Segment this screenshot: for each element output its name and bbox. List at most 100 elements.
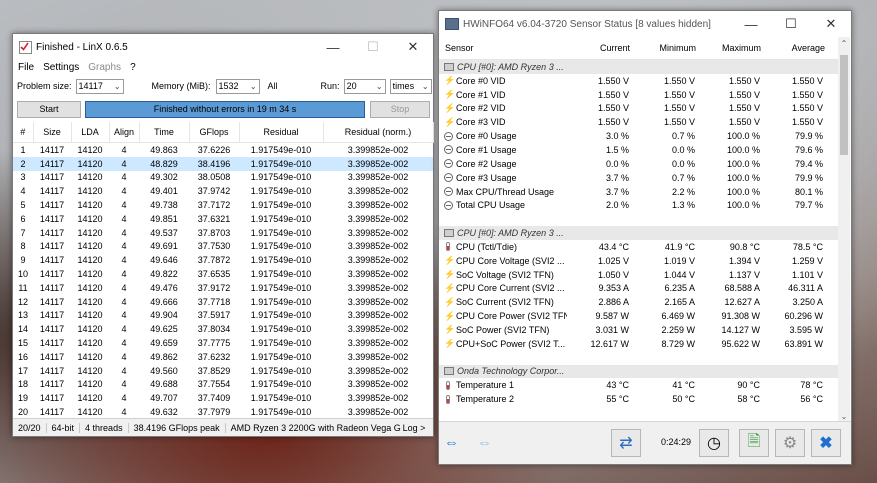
- table-row[interactable]: 17 14117 14120 4 49.560 37.8529 1.917549e-010 3…: [13, 364, 433, 378]
- table-row[interactable]: 11 14117 14120 4 49.476 37.9172 1.917549e-010 3…: [13, 281, 433, 295]
- collapse-arrows-icon[interactable]: ⇔: [477, 434, 492, 451]
- expand-arrows-icon[interactable]: ⇔: [444, 434, 459, 451]
- sensor-row[interactable]: CPU Core Power (SVI2 TFN) 9.587 W 6.469 W 9…: [439, 309, 839, 323]
- run-unit-combo[interactable]: times ⌄: [389, 78, 432, 94]
- linx-titlebar[interactable]: Finished - LinX 0.6.5 — ☐ ✕: [13, 34, 433, 60]
- col-header[interactable]: #: [13, 122, 34, 143]
- sensor-row[interactable]: Core #3 VID 1.550 V 1.550 V 1.550 V 1.550 V: [439, 115, 839, 129]
- col-header[interactable]: Size: [33, 122, 72, 143]
- sensor-min-value: 1.550 V: [663, 89, 695, 100]
- sensor-row[interactable]: CPU+SoC Power (SVI2 T... 12.617 W 8.729 W 9…: [439, 337, 839, 351]
- sensor-group-header[interactable]: CPU [#0]: AMD Ryzen 3 ...: [439, 226, 839, 240]
- sensor-row[interactable]: Total CPU Usage 2.0 % 1.3 % 100.0 % 79.7 %: [439, 198, 839, 212]
- table-row[interactable]: 12 14117 14120 4 49.666 37.7718 1.917549e-010 3…: [13, 295, 433, 309]
- close-button[interactable]: ✕: [393, 34, 433, 60]
- sensor-row[interactable]: Temperature 2 55 °C 50 °C 58 °C 56 °C: [439, 392, 839, 406]
- scroll-thumb[interactable]: [840, 55, 848, 155]
- col-current[interactable]: Current: [567, 43, 632, 53]
- sensor-row[interactable]: SoC Power (SVI2 TFN) 3.031 W 2.259 W 14.127…: [439, 323, 839, 337]
- memory-combo[interactable]: 1532 ⌄: [215, 78, 260, 94]
- col-average[interactable]: Average: [763, 43, 827, 53]
- table-row[interactable]: 14 14117 14120 4 49.625 37.8034 1.917549e-010 3…: [13, 322, 433, 336]
- table-row[interactable]: 8 14117 14120 4 49.691 37.7530 1.917549e-010 3.…: [13, 240, 433, 254]
- sensor-row[interactable]: Max CPU/Thread Usage 3.7 % 2.2 % 100.0 % 80.…: [439, 185, 839, 199]
- table-cell: 12: [17, 296, 28, 307]
- table-row[interactable]: 13 14117 14120 4 49.904 37.5917 1.917549e-010 3…: [13, 309, 433, 323]
- col-sensor[interactable]: Sensor: [439, 43, 567, 53]
- table-row[interactable]: 9 14117 14120 4 49.646 37.7872 1.917549e-010 3.…: [13, 253, 433, 267]
- table-cell: 3.399852e-002: [323, 156, 433, 171]
- settings-button[interactable]: ⚙: [775, 429, 805, 457]
- sensor-row[interactable]: Core #0 Usage 3.0 % 0.7 % 100.0 % 79.9 %: [439, 129, 839, 143]
- col-maximum[interactable]: Maximum: [698, 43, 763, 53]
- clock-button[interactable]: ◷: [699, 429, 729, 457]
- col-header[interactable]: Align: [109, 122, 140, 143]
- table-row[interactable]: 4 14117 14120 4 49.401 37.9742 1.917549e-010 3.…: [13, 184, 433, 198]
- sensor-row[interactable]: Core #1 Usage 1.5 % 0.0 % 100.0 % 79.6 %: [439, 143, 839, 157]
- sensor-name-cell: Core #1 VID: [439, 90, 567, 100]
- minimize-button[interactable]: —: [731, 11, 771, 37]
- table-cell: 11: [18, 282, 28, 293]
- sensor-min-value: 41.9 °C: [664, 241, 695, 252]
- table-row[interactable]: 16 14117 14120 4 49.862 37.6232 1.917549e-010 3…: [13, 350, 433, 364]
- scroll-up-icon[interactable]: ⌃: [838, 39, 850, 48]
- close-sensors-button[interactable]: ✖: [811, 429, 841, 457]
- log-toggle[interactable]: Log >: [401, 423, 431, 433]
- menu-settings[interactable]: Settings: [43, 62, 79, 73]
- table-row[interactable]: 18 14117 14120 4 49.688 37.7554 1.917549e-010 3…: [13, 378, 433, 392]
- sensor-name-cell: CPU [#0]: AMD Ryzen 3 ...: [439, 228, 567, 238]
- table-row[interactable]: 3 14117 14120 4 49.302 38.0508 1.917549e-010 3.…: [13, 171, 433, 185]
- table-row[interactable]: 15 14117 14120 4 49.659 37.7775 1.917549e-010 3…: [13, 336, 433, 350]
- all-toggle[interactable]: All: [268, 81, 278, 91]
- table-row[interactable]: 1 14117 14120 4 49.863 37.6226 1.917549e-010 3.…: [13, 143, 433, 157]
- col-header[interactable]: LDA: [71, 122, 110, 143]
- stop-button[interactable]: Stop: [370, 100, 430, 118]
- temperature-icon: [446, 380, 450, 390]
- sensor-group-header[interactable]: CPU [#0]: AMD Ryzen 3 ...: [439, 60, 839, 74]
- sensor-cur-value: 2.886 A: [598, 297, 629, 308]
- col-minimum[interactable]: Minimum: [632, 43, 698, 53]
- sensor-row[interactable]: Core #1 VID 1.550 V 1.550 V 1.550 V 1.550 V: [439, 88, 839, 102]
- sensor-row[interactable]: SoC Current (SVI2 TFN) 2.886 A 2.165 A 12.6…: [439, 295, 839, 309]
- menu-file[interactable]: File: [18, 62, 34, 73]
- sensor-row[interactable]: Temperature 1 43 °C 41 °C 90 °C 78 °C: [439, 378, 839, 392]
- table-cell: 14117: [39, 310, 65, 321]
- sensor-row[interactable]: SoC Voltage (SVI2 TFN) 1.050 V 1.044 V 1.13…: [439, 268, 839, 282]
- close-button[interactable]: ✕: [811, 11, 851, 37]
- col-header[interactable]: GFlops: [189, 122, 240, 143]
- sensor-max-value: 100.0 %: [726, 172, 760, 183]
- menu-graphs[interactable]: Graphs: [88, 62, 121, 73]
- hwinfo-titlebar[interactable]: HWiNFO64 v6.04-3720 Sensor Status [8 val…: [439, 11, 851, 37]
- run-count-combo[interactable]: 20 ⌄: [343, 78, 386, 94]
- maximize-button[interactable]: ☐: [353, 34, 393, 60]
- sensor-row[interactable]: Core #3 Usage 3.7 % 0.7 % 100.0 % 79.9 %: [439, 171, 839, 185]
- minimize-button[interactable]: —: [313, 34, 353, 60]
- sensor-group-header[interactable]: Onda Technology Corpor...: [439, 364, 839, 379]
- col-header[interactable]: Time: [139, 122, 190, 143]
- logging-button[interactable]: 🗎: [739, 429, 769, 457]
- sensor-row[interactable]: CPU Core Current (SVI2 ... 9.353 A 6.235 A…: [439, 282, 839, 296]
- start-button[interactable]: Start: [17, 100, 81, 118]
- table-row[interactable]: 5 14117 14120 4 49.738 37.7172 1.917549e-010 3.…: [13, 198, 433, 212]
- sensor-row[interactable]: CPU Core Voltage (SVI2 ... 1.025 V 1.019 V…: [439, 254, 839, 268]
- sensor-row[interactable]: Core #2 Usage 0.0 % 0.0 % 100.0 % 79.4 %: [439, 157, 839, 171]
- col-header[interactable]: Residual: [239, 122, 324, 143]
- hwinfo-title: HWiNFO64 v6.04-3720 Sensor Status [8 val…: [463, 18, 711, 30]
- maximize-button[interactable]: ☐: [771, 11, 811, 37]
- col-header[interactable]: Residual (norm.): [323, 122, 434, 143]
- table-row[interactable]: 19 14117 14120 4 49.707 37.7409 1.917549e-010 3…: [13, 391, 433, 405]
- sensor-row[interactable]: CPU (Tctl/Tdie) 43.4 °C 41.9 °C 90.8 °C 78.5…: [439, 240, 839, 254]
- network-button[interactable]: ⇄: [611, 429, 641, 457]
- problem-size-combo[interactable]: 14117 ⌄: [75, 78, 124, 94]
- scroll-down-icon[interactable]: ⌄: [838, 412, 850, 421]
- table-row[interactable]: 10 14117 14120 4 49.822 37.6535 1.917549e-010 3…: [13, 267, 433, 281]
- table-row[interactable]: 20 14117 14120 4 49.632 37.7979 1.917549e-010 3…: [13, 405, 433, 419]
- table-row[interactable]: 2 14117 14120 4 48.829 38.4196 1.917549e-010 3.…: [13, 156, 433, 171]
- table-cell: 14117: [39, 351, 65, 362]
- sensor-row[interactable]: Core #0 VID 1.550 V 1.550 V 1.550 V 1.550 V: [439, 74, 839, 88]
- table-row[interactable]: 6 14117 14120 4 49.851 37.6321 1.917549e-010 3.…: [13, 212, 433, 226]
- menu-help[interactable]: ?: [130, 62, 136, 73]
- sensor-row[interactable]: Core #2 VID 1.550 V 1.550 V 1.550 V 1.550 V: [439, 102, 839, 116]
- table-row[interactable]: 7 14117 14120 4 49.537 37.8703 1.917549e-010 3.…: [13, 226, 433, 240]
- sensor-scrollbar[interactable]: ⌃ ⌄: [838, 37, 850, 423]
